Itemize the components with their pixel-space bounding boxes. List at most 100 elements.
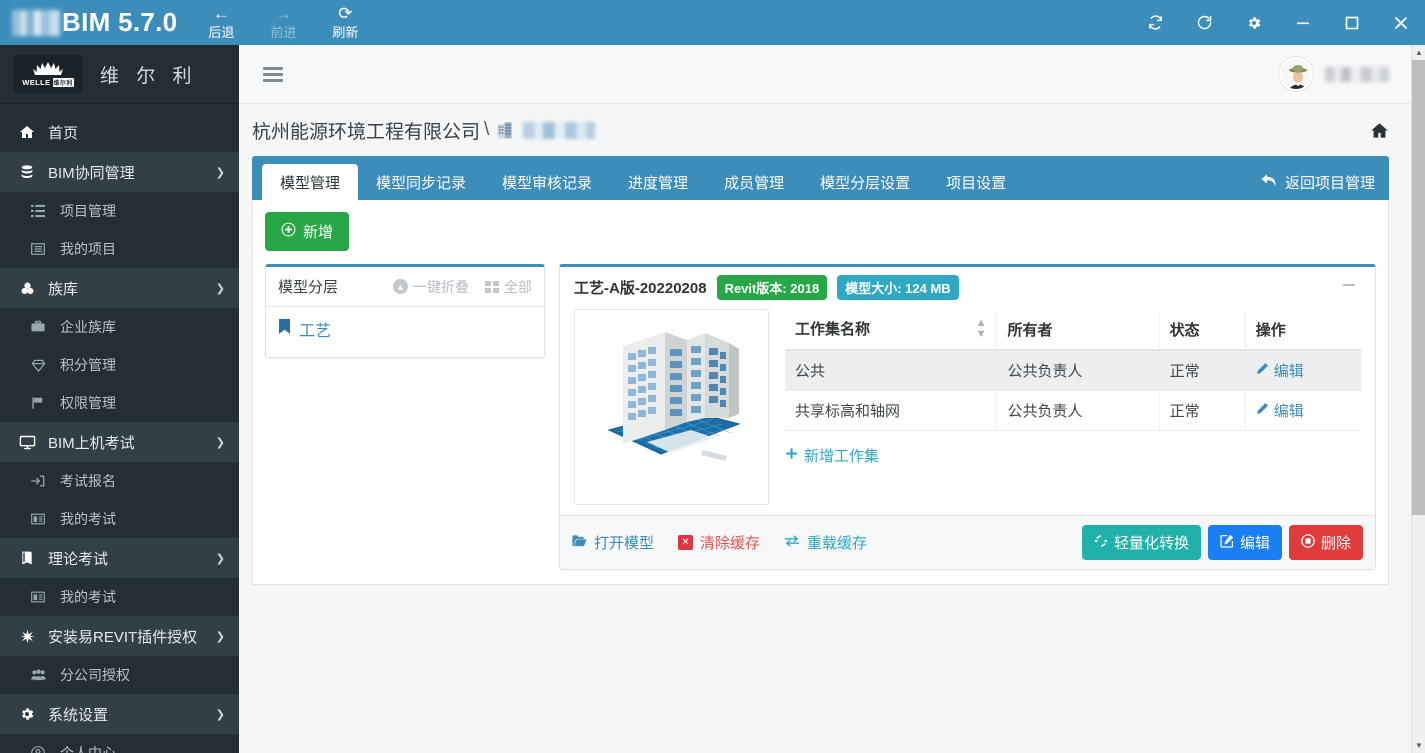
edit-workset-label: 编辑: [1274, 360, 1304, 381]
list-alt-icon: [26, 242, 50, 256]
model-thumbnail[interactable]: [574, 309, 769, 505]
maximize-icon[interactable]: [1327, 0, 1376, 45]
gear-icon: [14, 706, 40, 722]
sidebar-item-points-mgmt[interactable]: 积分管理: [0, 346, 239, 384]
back-to-project-management-button[interactable]: 返回项目管理: [1261, 164, 1389, 200]
sidebar-item-bim-collab[interactable]: BIM协同管理 ❯: [0, 152, 239, 192]
edit-workset-link[interactable]: 编辑: [1256, 400, 1304, 421]
back-to-project-management-label: 返回项目管理: [1285, 172, 1375, 193]
home-icon[interactable]: [1370, 121, 1389, 140]
show-all-label: 全部: [504, 277, 532, 297]
tab-member-management[interactable]: 成员管理: [706, 164, 802, 200]
tab-project-settings[interactable]: 项目设置: [928, 164, 1024, 200]
layer-item-craft[interactable]: 工艺: [278, 317, 532, 341]
scroll-up-arrow[interactable]: ▲: [1412, 45, 1425, 60]
company-logo: WELLE维尔利: [14, 55, 82, 93]
sidebar-item-system-settings[interactable]: 系统设置 ❯: [0, 694, 239, 734]
sidebar-item-my-exams-theory[interactable]: 我的考试: [0, 578, 239, 616]
add-button-label: 新增: [303, 221, 333, 242]
forward-button-label: 前进: [270, 26, 296, 40]
delete-square-icon: ✕: [678, 535, 693, 550]
sidebar-item-project-mgmt[interactable]: 项目管理: [0, 192, 239, 230]
scrollbar-thumb[interactable]: [1412, 60, 1425, 515]
tab-model-audit-records[interactable]: 模型审核记录: [484, 164, 610, 200]
sort-icon[interactable]: ▲▼: [976, 318, 987, 340]
sidebar-item-revit-plugin-auth[interactable]: 安装易REVIT插件授权 ❯: [0, 616, 239, 656]
sidebar-item-label: BIM协同管理: [48, 162, 135, 183]
collapse-all-button[interactable]: ▲ 一键折叠: [393, 277, 469, 297]
refresh-button[interactable]: ⟳ 刷新: [325, 5, 365, 40]
model-size-badge: 模型大小: 124 MB: [837, 275, 958, 300]
sidebar-item-label: 首页: [48, 122, 78, 143]
grid-icon: [485, 281, 499, 293]
crown-icon: [31, 61, 65, 77]
history-icon[interactable]: [1180, 0, 1229, 45]
close-icon[interactable]: [1376, 0, 1425, 45]
hamburger-icon[interactable]: [263, 67, 283, 82]
list-icon: [26, 204, 50, 218]
sidebar-item-enterprise-library[interactable]: 企业族库: [0, 308, 239, 346]
table-row: 公共 公共负责人 正常 编辑: [785, 350, 1361, 391]
briefcase-icon: [26, 320, 50, 334]
edit-workset-label: 编辑: [1274, 400, 1304, 421]
add-workset-button[interactable]: 新增工作集: [785, 445, 879, 466]
sidebar-brand: WELLE维尔利 维 尔 利: [0, 45, 239, 104]
sidebar-item-label: 企业族库: [60, 317, 116, 337]
sidebar-item-exam-registration[interactable]: 考试报名: [0, 462, 239, 500]
column-workset-name[interactable]: 工作集名称 ▲▼: [785, 309, 997, 350]
tab-model-sync-records[interactable]: 模型同步记录: [358, 164, 484, 200]
desktop-icon: [14, 434, 40, 451]
tab-progress-management[interactable]: 进度管理: [610, 164, 706, 200]
scroll-down-arrow[interactable]: ▼: [1412, 738, 1425, 753]
sidebar-brand-name: 维 尔 利: [100, 61, 198, 88]
sidebar-item-family-library[interactable]: 族库 ❯: [0, 268, 239, 308]
add-button[interactable]: 新增: [265, 212, 349, 251]
tab-model-management[interactable]: 模型管理: [262, 164, 358, 200]
reload-cache-button[interactable]: 重载缓存: [784, 532, 867, 553]
edit-icon: [1220, 534, 1234, 552]
cell-workset-name: 共享标高和轴网: [785, 391, 997, 431]
avatar[interactable]: [1279, 57, 1313, 91]
breadcrumb-project-redacted: [523, 122, 595, 139]
sync-icon[interactable]: [1131, 0, 1180, 45]
window-titlebar: BIM 5.7.0 ← 后退 → 前进 ⟳ 刷新: [0, 0, 1425, 45]
back-button[interactable]: ← 后退: [201, 5, 241, 40]
refresh-icon: ⟳: [338, 5, 352, 25]
sidebar-item-branch-auth[interactable]: 分公司授权: [0, 656, 239, 694]
minus-icon[interactable]: [1337, 277, 1361, 298]
building-3d-icon: [587, 322, 757, 492]
username-redacted: [1325, 67, 1389, 82]
gear-icon[interactable]: [1229, 0, 1278, 45]
sidebar-item-permission-mgmt[interactable]: 权限管理: [0, 384, 239, 422]
tab-bar: 模型管理 模型同步记录 模型审核记录 进度管理 成员管理 模型分层设置 项目设置…: [252, 156, 1389, 200]
tab-model-layer-settings[interactable]: 模型分层设置: [802, 164, 928, 200]
tab-panel-model-management: 新增 模型分层 ▲ 一键折叠 全部: [252, 200, 1389, 585]
back-button-label: 后退: [208, 26, 234, 40]
chevron-down-icon: ❯: [216, 552, 225, 565]
edit-model-button[interactable]: 编辑: [1208, 525, 1282, 560]
delete-model-button[interactable]: 删除: [1289, 525, 1363, 560]
sidebar-item-home[interactable]: 首页: [0, 112, 239, 152]
sidebar-item-label: 项目管理: [60, 201, 116, 221]
show-all-button[interactable]: 全部: [485, 277, 532, 297]
vertical-scrollbar[interactable]: ▲ ▼: [1411, 45, 1425, 753]
minimize-icon[interactable]: [1278, 0, 1327, 45]
cell-workset-name: 公共: [785, 350, 997, 391]
sidebar-item-my-exams-practical[interactable]: 我的考试: [0, 500, 239, 538]
sidebar-item-my-projects[interactable]: 我的项目: [0, 230, 239, 268]
plus-icon: [785, 447, 798, 464]
sidebar-item-personal-center[interactable]: 个人中心: [0, 734, 239, 753]
cell-owner: 公共负责人: [997, 391, 1159, 431]
breadcrumb-company: 杭州能源环境工程有限公司: [252, 117, 480, 144]
sidebar-item-theory-exam[interactable]: 理论考试 ❯: [0, 538, 239, 578]
forward-button[interactable]: → 前进: [263, 5, 303, 40]
app-title: BIM 5.7.0: [62, 7, 177, 38]
lightweight-convert-button[interactable]: 轻量化转换: [1082, 525, 1201, 560]
open-model-button[interactable]: 打开模型: [572, 532, 654, 553]
titlebar-nav-group: ← 后退 → 前进 ⟳ 刷新: [201, 5, 365, 40]
workset-table-area: 工作集名称 ▲▼ 所有者 状态 操作: [785, 309, 1361, 505]
clear-cache-button[interactable]: ✕ 清除缓存: [678, 532, 760, 553]
breadcrumb-row: 杭州能源环境工程有限公司 \: [239, 104, 1411, 156]
sidebar-item-bim-practical-exam[interactable]: BIM上机考试 ❯: [0, 422, 239, 462]
edit-workset-link[interactable]: 编辑: [1256, 360, 1304, 381]
